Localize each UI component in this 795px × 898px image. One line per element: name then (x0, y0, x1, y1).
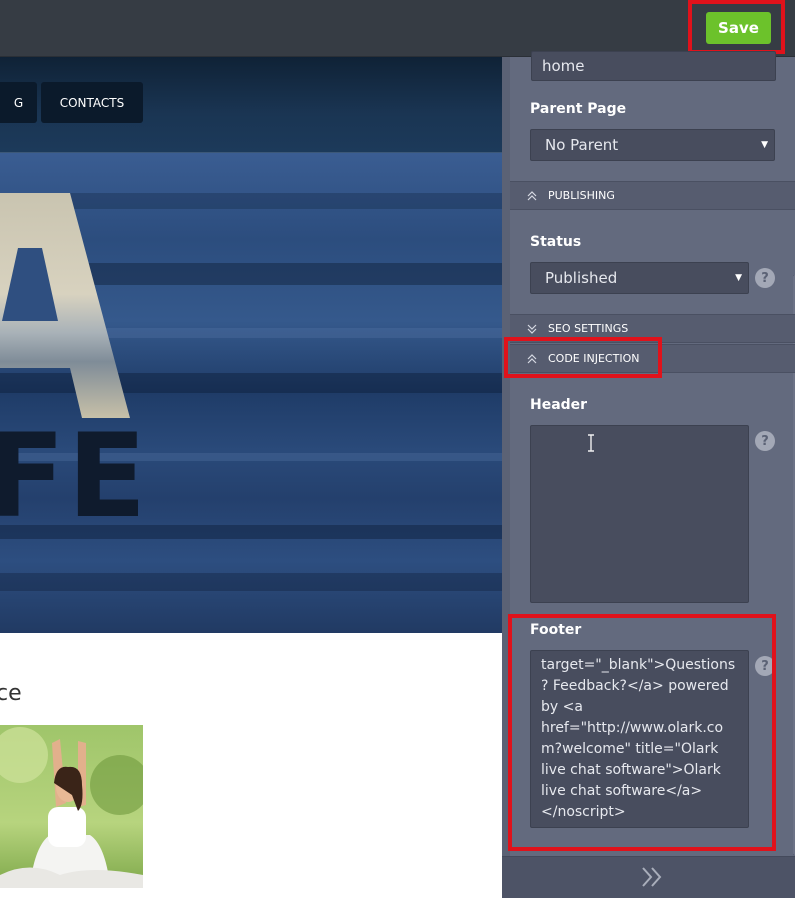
section-code-injection-label: CODE INJECTION (548, 352, 640, 365)
panel-footer-bar (502, 856, 795, 898)
hero-letters-fe: FE (0, 409, 149, 544)
nav-item-partial-label: G (13, 95, 24, 110)
yoga-photo (0, 725, 143, 888)
parent-page-label: Parent Page (530, 101, 627, 117)
help-icon[interactable]: ? (755, 656, 775, 676)
section-seo-label: SEO SETTINGS (548, 322, 629, 335)
chevron-up-icon (527, 353, 537, 363)
footer-code-line: live chat software">Olark (541, 762, 721, 778)
parent-page-value: No Parent (545, 136, 619, 154)
site-navigation-bar: G CONTACTS (0, 57, 502, 153)
slug-input[interactable]: home (531, 51, 776, 81)
footer-code-textarea[interactable]: target="_blank">Questions ? Feedback?</a… (530, 650, 749, 828)
help-icon[interactable]: ? (755, 431, 775, 451)
footer-code-line: href="http://www.olark.co (541, 720, 724, 736)
section-title: ce (0, 681, 22, 706)
text-cursor-icon (588, 434, 594, 452)
help-icon[interactable]: ? (755, 268, 775, 288)
hero-banner: FE (0, 153, 502, 633)
footer-code-line: ? Feedback?</a> powered (541, 678, 729, 694)
chevron-down-icon (527, 324, 537, 334)
status-select[interactable]: Published ▼ (530, 262, 749, 294)
panel-content: home Parent Page No Parent ▼ Status Publ… (510, 51, 795, 856)
footer-code-line: </noscript> (541, 804, 626, 820)
footer-code-line: live chat software</a> (541, 783, 703, 799)
chevron-down-icon: ▼ (735, 273, 742, 283)
footer-label: Footer (530, 622, 582, 638)
double-chevron-right-icon[interactable] (638, 865, 666, 889)
footer-code-line: m?welcome" title="Olark (541, 741, 719, 757)
page-settings-panel: home Parent Page No Parent ▼ Status Publ… (502, 51, 795, 898)
save-button[interactable]: Save (706, 12, 771, 44)
footer-code-line: by <a (541, 699, 583, 715)
section-seo-settings[interactable]: SEO SETTINGS (510, 314, 795, 343)
hero-letter-a (0, 193, 130, 418)
footer-code-line: target="_blank">Questions (541, 657, 736, 673)
nav-item-contacts-label: CONTACTS (59, 95, 125, 110)
header-label: Header (530, 397, 588, 413)
site-preview: G CONTACTS FE ce (0, 57, 502, 898)
header-code-textarea[interactable] (530, 425, 749, 603)
section-publishing-label: PUBLISHING (548, 189, 615, 202)
chevron-up-icon (527, 190, 537, 200)
parent-page-select[interactable]: No Parent ▼ (530, 129, 775, 161)
section-code-injection[interactable]: CODE INJECTION (510, 344, 795, 373)
slug-value: home (542, 57, 585, 75)
section-publishing[interactable]: PUBLISHING (510, 181, 795, 210)
nav-item-contacts[interactable]: CONTACTS (41, 82, 143, 123)
nav-item-partial[interactable]: G (0, 82, 37, 123)
status-label: Status (530, 234, 582, 250)
status-value: Published (545, 269, 618, 287)
chevron-down-icon: ▼ (761, 140, 768, 150)
editor-toolbar: Save (0, 0, 795, 57)
